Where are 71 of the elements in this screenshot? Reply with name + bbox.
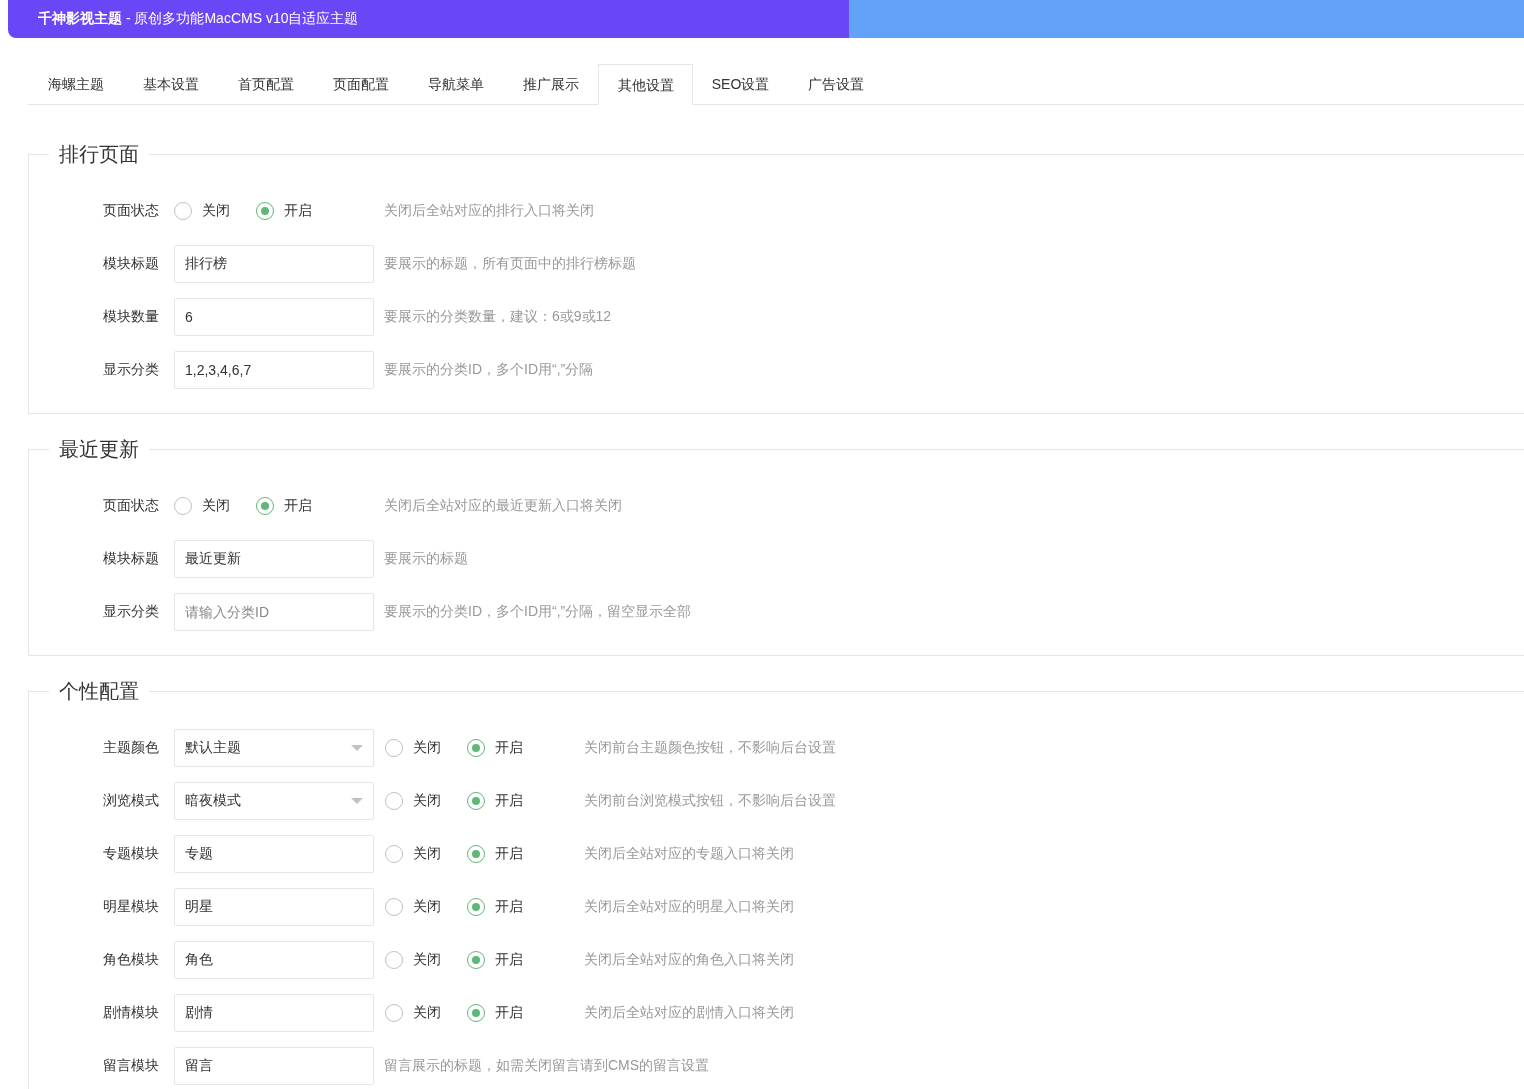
select-field[interactable]: 暗夜模式 [174,782,374,820]
radio-label[interactable]: 关闭 [202,497,230,515]
field-label: 模块标题 [102,550,160,568]
tab[interactable]: 页面配置 [313,64,408,104]
input-field[interactable]: 排行榜 [174,245,374,283]
tab[interactable]: 广告设置 [788,64,883,104]
radio-label[interactable]: 开启 [495,845,523,863]
tab[interactable]: 海螺主题 [28,64,123,104]
tab[interactable]: 推广展示 [503,64,598,104]
radio-label[interactable]: 关闭 [413,898,441,916]
radio-label[interactable]: 开启 [284,497,312,515]
caret-icon [351,745,363,751]
input-field[interactable]: 请输入分类ID [174,593,374,631]
field-label: 显示分类 [102,603,160,621]
radio-label[interactable]: 开启 [495,898,523,916]
tab[interactable]: 首页配置 [218,64,313,104]
select-field[interactable]: 默认主题 [174,729,374,767]
field-label: 专题模块 [102,845,160,863]
field-label: 浏览模式 [102,792,160,810]
field-label: 模块数量 [102,308,160,326]
caret-icon [351,798,363,804]
radio-label[interactable]: 关闭 [413,792,441,810]
section-title: 个性配置 [58,679,140,703]
hint-text: 要展示的标题，所有页面中的排行榜标题 [384,255,636,273]
field-label: 主题颜色 [102,739,160,757]
section-title: 排行页面 [58,142,140,166]
hint-text: 关闭后全站对应的角色入口将关闭 [584,951,794,969]
tab[interactable]: 其他设置 [598,64,693,105]
field-label: 剧情模块 [102,1004,160,1022]
radio-label[interactable]: 关闭 [202,202,230,220]
field-label: 角色模块 [102,951,160,969]
input-field[interactable]: 最近更新 [174,540,374,578]
input-field[interactable]: 明星 [174,888,374,926]
hint-text: 要展示的分类ID，多个ID用“,”分隔，留空显示全部 [384,603,692,621]
tab[interactable]: SEO设置 [693,64,788,104]
radio-label[interactable]: 关闭 [413,845,441,863]
hint-text: 关闭前台浏览模式按钮，不影响后台设置 [584,792,836,810]
hint-text: 关闭后全站对应的最近更新入口将关闭 [384,497,622,515]
hint-text: 关闭后全站对应的排行入口将关闭 [384,202,594,220]
input-field[interactable]: 专题 [174,835,374,873]
input-field[interactable]: 留言 [174,1047,374,1085]
hint-text: 要展示的标题 [384,550,468,568]
radio-label[interactable]: 关闭 [413,951,441,969]
radio-label[interactable]: 开启 [495,739,523,757]
hint-text: 关闭前台主题颜色按钮，不影响后台设置 [584,739,836,757]
hint-text: 关闭后全站对应的专题入口将关闭 [584,845,794,863]
hint-text: 留言展示的标题，如需关闭留言请到CMS的留言设置 [384,1057,710,1075]
radio-label[interactable]: 开启 [495,951,523,969]
input-field[interactable]: 1,2,3,4,6,7 [174,351,374,389]
field-label: 明星模块 [102,898,160,916]
radio-label[interactable]: 关闭 [413,1004,441,1022]
hint-text: 要展示的分类数量，建议：6或9或12 [384,308,612,326]
radio-label[interactable]: 关闭 [413,739,441,757]
radio-label[interactable]: 开启 [284,202,312,220]
field-label: 页面状态 [102,497,160,515]
input-field[interactable]: 角色 [174,941,374,979]
radio-label[interactable]: 开启 [495,792,523,810]
input-field[interactable]: 6 [174,298,374,336]
field-label: 留言模块 [102,1057,160,1075]
radio-label[interactable]: 开启 [495,1004,523,1022]
field-label: 显示分类 [102,361,160,379]
hint-text: 要展示的分类ID，多个ID用“,”分隔 [384,361,594,379]
hint-text: 关闭后全站对应的剧情入口将关闭 [584,1004,794,1022]
input-field[interactable]: 剧情 [174,994,374,1032]
section-title: 最近更新 [58,437,140,461]
tab[interactable]: 基本设置 [123,64,218,104]
hint-text: 关闭后全站对应的明星入口将关闭 [584,898,794,916]
header-title: 千神影视主题 - 原创多功能MacCMS v10自适应主题 [38,10,359,28]
field-label: 模块标题 [102,255,160,273]
field-label: 页面状态 [102,202,160,220]
tab[interactable]: 导航菜单 [408,64,503,104]
